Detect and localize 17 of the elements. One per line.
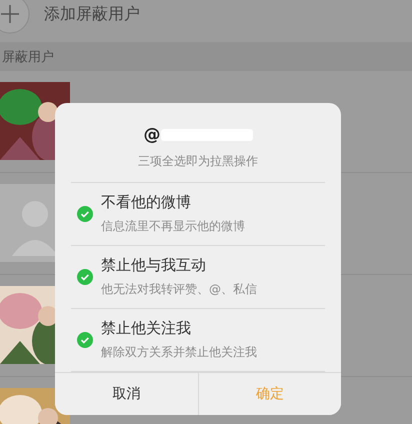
- dialog-subtitle: 三项全选即为拉黑操作: [71, 153, 325, 183]
- option-item[interactable]: 禁止他关注我 解除双方关系并禁止他关注我: [71, 309, 325, 372]
- dialog-title: @: [144, 125, 160, 145]
- option-description: 他无法对我转评赞、@、私信: [101, 281, 257, 298]
- option-description: 信息流里不再显示他的微博: [101, 218, 245, 235]
- checked-icon[interactable]: [77, 332, 93, 348]
- option-item[interactable]: 不看他的微博 信息流里不再显示他的微博: [71, 183, 325, 246]
- checked-icon[interactable]: [77, 206, 93, 222]
- option-label: 禁止他关注我: [101, 319, 192, 338]
- option-item[interactable]: 禁止他与我互动 他无法对我转评赞、@、私信: [71, 246, 325, 309]
- option-label: 禁止他与我互动: [101, 256, 207, 275]
- option-label: 不看他的微博: [101, 193, 192, 212]
- section-title: 屏蔽用户: [2, 48, 54, 66]
- option-description: 解除双方关系并禁止他关注我: [101, 344, 257, 361]
- checked-icon[interactable]: [77, 269, 93, 285]
- add-blocked-user-label[interactable]: 添加屏蔽用户: [44, 4, 140, 24]
- cancel-button[interactable]: 取消: [55, 373, 198, 415]
